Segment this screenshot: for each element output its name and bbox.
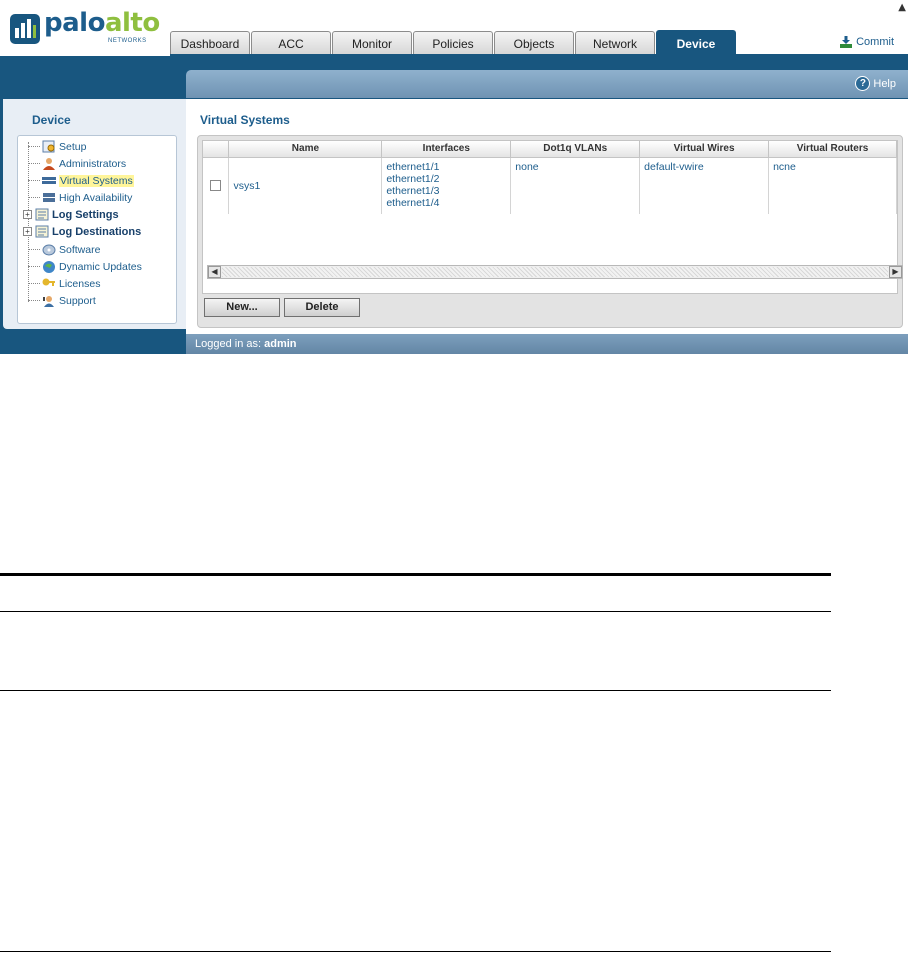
horizontal-scrollbar[interactable]: ◀ ▶ — [207, 265, 903, 279]
scroll-right-icon[interactable]: ▶ — [889, 266, 902, 278]
sidebar-item-software[interactable]: Software — [28, 241, 100, 258]
column-header-name[interactable]: Name — [228, 141, 383, 158]
setup-icon — [42, 140, 55, 153]
logo-subtitle: NETWORKS — [108, 38, 147, 44]
dot1q-vlans-value[interactable]: none — [510, 157, 641, 214]
header: paloalto NETWORKS Dashboard ACC Monitor … — [0, 0, 908, 56]
table-bottom-rule — [0, 951, 831, 952]
administrators-icon — [43, 158, 55, 170]
select-column-header — [203, 141, 230, 158]
logged-in-user: admin — [264, 338, 297, 350]
commit-label: Commit — [856, 36, 894, 48]
grid-actions: New... Delete — [204, 298, 364, 317]
logged-in-label: Logged in as: — [195, 338, 262, 350]
sidebar-item-support[interactable]: Support — [28, 292, 96, 309]
grid-body: Name Interfaces Dot1q VLANs Virtual Wire… — [202, 140, 903, 294]
tab-policies[interactable]: Policies — [413, 31, 493, 55]
commit-download-icon — [840, 36, 853, 48]
main-tabs: Dashboard ACC Monitor Policies Objects N… — [170, 30, 737, 56]
help-button[interactable]: ? Help — [855, 76, 896, 91]
status-bar: Logged in as: admin — [186, 334, 908, 354]
virtual-wires-link[interactable]: default-vwire — [639, 157, 770, 214]
virtual-systems-table: Name Interfaces Dot1q VLANs Virtual Wire… — [203, 141, 897, 214]
sidebar-item-high-availability[interactable]: High Availability — [28, 189, 132, 206]
page-title: Virtual Systems — [200, 113, 290, 127]
row-select-cell — [203, 157, 230, 214]
app-window: paloalto NETWORKS Dashboard ACC Monitor … — [0, 0, 908, 354]
virtual-routers-value[interactable]: ncne — [768, 157, 897, 214]
table-header-row: Name Interfaces Dot1q VLANs Virtual Wire… — [203, 141, 897, 158]
high-availability-icon — [43, 193, 55, 202]
new-button[interactable]: New... — [204, 298, 280, 317]
sidebar-tree: Setup Administrators Virtual Systems Hig… — [17, 135, 177, 324]
table-row[interactable]: vsys1 ethernet1/1 ethernet1/2 ethernet1/… — [203, 157, 897, 214]
interface-link[interactable]: ethernet1/2 — [386, 173, 506, 185]
logo-wordmark: paloalto — [44, 8, 160, 38]
table-header-rule — [0, 611, 831, 612]
tab-monitor[interactable]: Monitor — [332, 31, 412, 55]
vsys-name-link[interactable]: vsys1 — [228, 157, 383, 214]
cursor-arrow-icon: ▲ — [898, 2, 906, 13]
sidebar-item-log-destinations[interactable]: + Log Destinations — [23, 223, 141, 240]
tab-objects[interactable]: Objects — [494, 31, 574, 55]
help-label: Help — [873, 77, 896, 90]
interface-link[interactable]: ethernet1/3 — [386, 185, 506, 197]
sidebar-title: Device — [32, 113, 71, 127]
commit-button[interactable]: Commit — [839, 34, 894, 50]
support-icon — [43, 296, 54, 307]
column-header-virtual-wires[interactable]: Virtual Wires — [639, 141, 770, 158]
tab-dashboard[interactable]: Dashboard — [170, 31, 250, 55]
virtual-systems-icon — [42, 177, 56, 184]
main-panel: Virtual Systems Name Interfaces Dot1q VL… — [186, 99, 908, 334]
scroll-track[interactable] — [222, 267, 888, 277]
logo-mark-icon — [10, 14, 40, 44]
table-top-rule — [0, 573, 831, 576]
row-checkbox[interactable] — [210, 179, 222, 191]
help-icon: ? — [855, 76, 871, 91]
sidebar-item-log-settings[interactable]: + Log Settings — [23, 206, 119, 223]
scroll-left-icon[interactable]: ◀ — [208, 266, 221, 278]
interfaces-cell: ethernet1/1 ethernet1/2 ethernet1/3 ethe… — [381, 157, 512, 214]
column-header-dot1q-vlans[interactable]: Dot1q VLANs — [510, 141, 641, 158]
help-strip: ? Help — [186, 70, 908, 98]
sidebar-item-setup[interactable]: Setup — [28, 138, 86, 155]
sidebar: Device Setup Administrators Virtual Syst… — [3, 99, 186, 329]
dynamic-updates-icon — [43, 261, 55, 273]
paloalto-logo: paloalto NETWORKS — [8, 8, 160, 48]
expand-icon[interactable]: + — [23, 227, 32, 236]
log-destinations-icon — [35, 225, 49, 238]
expand-icon[interactable]: + — [23, 210, 32, 219]
sidebar-item-virtual-systems[interactable]: Virtual Systems — [28, 172, 134, 189]
licenses-icon — [42, 278, 55, 286]
log-settings-icon — [35, 208, 49, 221]
sidebar-item-administrators[interactable]: Administrators — [28, 155, 126, 172]
sidebar-item-dynamic-updates[interactable]: Dynamic Updates — [28, 258, 142, 275]
delete-button[interactable]: Delete — [284, 298, 360, 317]
software-icon — [42, 244, 56, 256]
tab-device[interactable]: Device — [656, 30, 736, 56]
table-row-rule — [0, 690, 831, 691]
column-header-virtual-routers[interactable]: Virtual Routers — [768, 141, 897, 158]
tab-acc[interactable]: ACC — [251, 31, 331, 55]
column-header-interfaces[interactable]: Interfaces — [381, 141, 512, 158]
sidebar-item-licenses[interactable]: Licenses — [28, 275, 100, 292]
virtual-systems-grid: Name Interfaces Dot1q VLANs Virtual Wire… — [197, 135, 903, 328]
interface-link[interactable]: ethernet1/1 — [386, 161, 506, 173]
interface-link[interactable]: ethernet1/4 — [386, 197, 506, 209]
tab-network[interactable]: Network — [575, 31, 655, 55]
